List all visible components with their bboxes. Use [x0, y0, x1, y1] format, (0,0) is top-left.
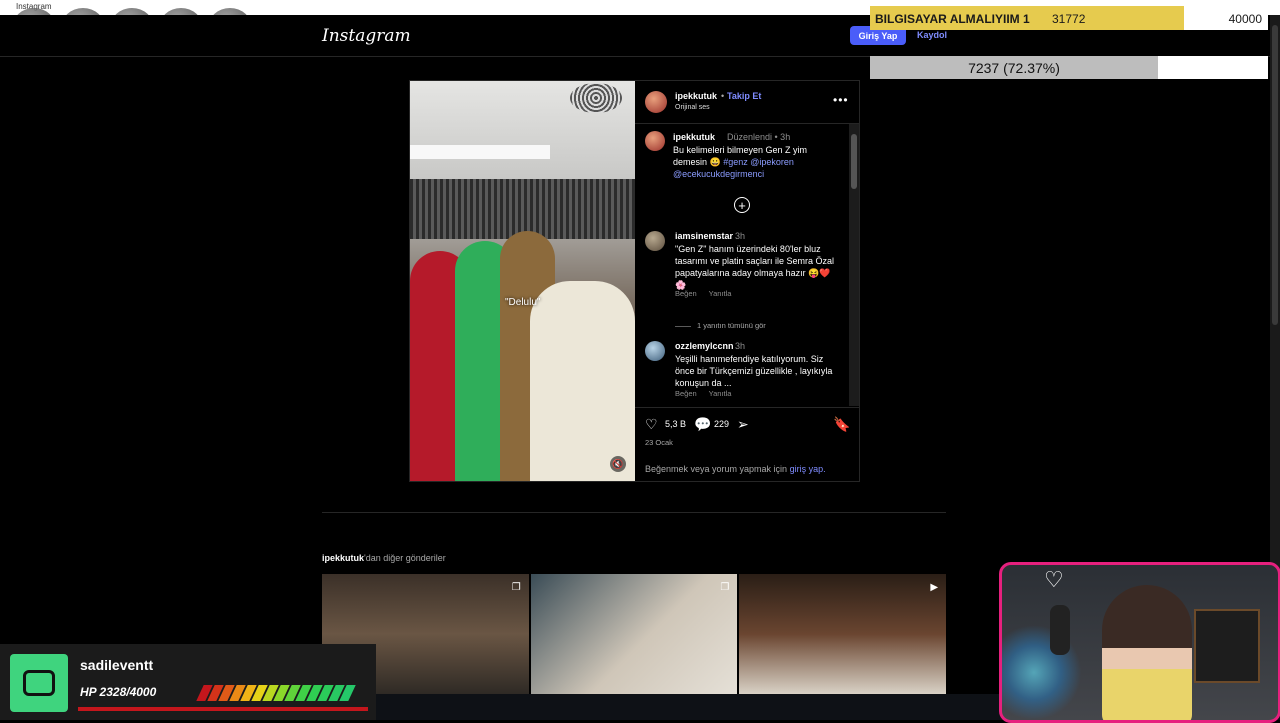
load-more-comments-icon[interactable]: +	[734, 197, 750, 213]
caption-text: Bu kelimeleri bilmeyen Gen Z yim demesin…	[673, 144, 833, 180]
login-link[interactable]: giriş yap.	[790, 464, 826, 474]
post-header: ipekkutuk • Takip Et Orijinal ses •••	[635, 81, 859, 124]
video-text-overlay: "Delulu"	[505, 297, 541, 308]
post-sidebar: ipekkutuk • Takip Et Orijinal ses ••• ip…	[635, 81, 859, 481]
hp-widget-value: HP 2328/4000	[80, 685, 157, 699]
carousel-icon: ❐	[720, 582, 730, 593]
reel-icon: ▶	[930, 582, 939, 593]
post-video[interactable]: "Delulu" 🔇	[410, 81, 635, 481]
more-posts-suffix: 'dan diğer gönderiler	[364, 553, 446, 563]
section-divider	[322, 512, 946, 513]
comments-scrollbar-thumb[interactable]	[851, 134, 857, 189]
comment-time: 3h	[735, 341, 746, 351]
separator-dot: •	[721, 91, 725, 101]
comment-username[interactable]: iamsinemstar	[675, 231, 733, 241]
carousel-icon: ❐	[511, 582, 521, 593]
subgoal-progress-bar: 7237 (72.37%)	[870, 56, 1268, 79]
post-username[interactable]: ipekkutuk	[675, 91, 717, 101]
chalkboard	[1194, 609, 1260, 683]
comment-text: Yeşilli hanımefendiye katılıyorum. Siz ö…	[675, 354, 833, 388]
heart-neon-icon: ♡	[1044, 567, 1064, 592]
donation-goal: 40000	[1228, 12, 1262, 26]
hp-bar	[196, 685, 356, 701]
webcam-overlay: ♡	[999, 562, 1280, 723]
more-posts-username[interactable]: ipekkutuk	[322, 553, 364, 563]
video-slats	[410, 179, 635, 239]
comments-scrollbar[interactable]	[849, 124, 859, 406]
grid-post[interactable]: ❐	[530, 574, 738, 694]
video-vent	[570, 83, 622, 113]
signup-link[interactable]: Kaydol	[917, 30, 947, 40]
grid-post[interactable]: ▶	[739, 574, 947, 694]
see-replies-link[interactable]: 1 yanıtın tümünü gör	[675, 321, 766, 330]
post-card: "Delulu" 🔇 ipekkutuk • Takip Et Orijinal…	[409, 80, 860, 482]
more-posts-title: ipekkutuk'dan diğer gönderiler	[322, 553, 446, 563]
caption-username[interactable]: ipekkutuk	[673, 132, 715, 142]
login-prompt: Beğenmek veya yorum yapmak için giriş ya…	[645, 464, 826, 474]
heart-icon[interactable]: ♡	[645, 416, 658, 433]
follow-button[interactable]: Takip Et	[727, 91, 761, 101]
comment-actions: Beğen Yanıtla	[675, 389, 741, 398]
like-count: 5,3 B	[665, 419, 687, 429]
comment-text: "Gen Z" hanım üzerindeki 80'ler bluz tas…	[675, 244, 835, 290]
audio-label[interactable]: Orijinal ses	[675, 104, 710, 111]
avatar[interactable]	[645, 131, 665, 151]
comment-username[interactable]: ozzlemylccnn	[675, 341, 734, 351]
microphone	[1050, 605, 1070, 655]
instagram-logo[interactable]: Instagram	[322, 26, 411, 46]
comment-count: 229	[714, 419, 730, 429]
avatar[interactable]	[645, 341, 665, 361]
avatar[interactable]	[645, 231, 665, 251]
post-date: 23 Ocak	[645, 438, 673, 447]
hp-widget-username: sadileventt	[80, 657, 154, 673]
page-scrollbar-thumb[interactable]	[1272, 25, 1278, 325]
bookmark-icon[interactable]: 🔖	[833, 416, 850, 433]
donation-current: 31772	[1052, 12, 1086, 26]
hp-widget: sadileventt HP 2328/4000	[0, 644, 376, 720]
video-lamp	[410, 145, 550, 159]
streamer	[1102, 585, 1192, 720]
share-icon[interactable]: ➢	[737, 416, 749, 433]
comment-icon[interactable]: 💬	[694, 416, 711, 433]
streamlabs-logo-icon	[10, 654, 68, 712]
reply-comment-button[interactable]: Yanıtla	[709, 389, 732, 398]
post-actions: ♡ 5,3 B 💬 229 ➢ 🔖 23 Ocak Beğenmek veya …	[635, 407, 859, 482]
subgoal-progress-text: 7237 (72.37%)	[968, 60, 1060, 76]
donation-goal-bar: BILGISAYAR ALMALIYIIM 1 31772 40000	[870, 6, 1268, 30]
more-options-icon[interactable]: •••	[833, 93, 849, 107]
donation-goal-name: BILGISAYAR ALMALIYIIM 1	[875, 12, 1030, 26]
like-comment-button[interactable]: Beğen	[675, 389, 697, 398]
comment-actions: Beğen Yanıtla	[675, 289, 741, 298]
hp-underline	[78, 707, 368, 711]
comment-time: 3h	[735, 231, 746, 241]
mute-icon[interactable]: 🔇	[610, 456, 626, 472]
like-comment-button[interactable]: Beğen	[675, 289, 697, 298]
webcam-lights	[1002, 625, 1082, 720]
more-posts-grid: ❐ ❐ ▶	[322, 574, 947, 694]
avatar[interactable]	[645, 91, 667, 113]
video-person	[530, 281, 635, 481]
reply-comment-button[interactable]: Yanıtla	[709, 289, 732, 298]
login-prompt-text: Beğenmek veya yorum yapmak için	[645, 464, 788, 474]
caption-meta: Düzenlendi • 3h	[727, 132, 791, 142]
comments-list[interactable]: ipekkutuk Düzenlendi • 3h Bu kelimeleri …	[635, 124, 849, 406]
